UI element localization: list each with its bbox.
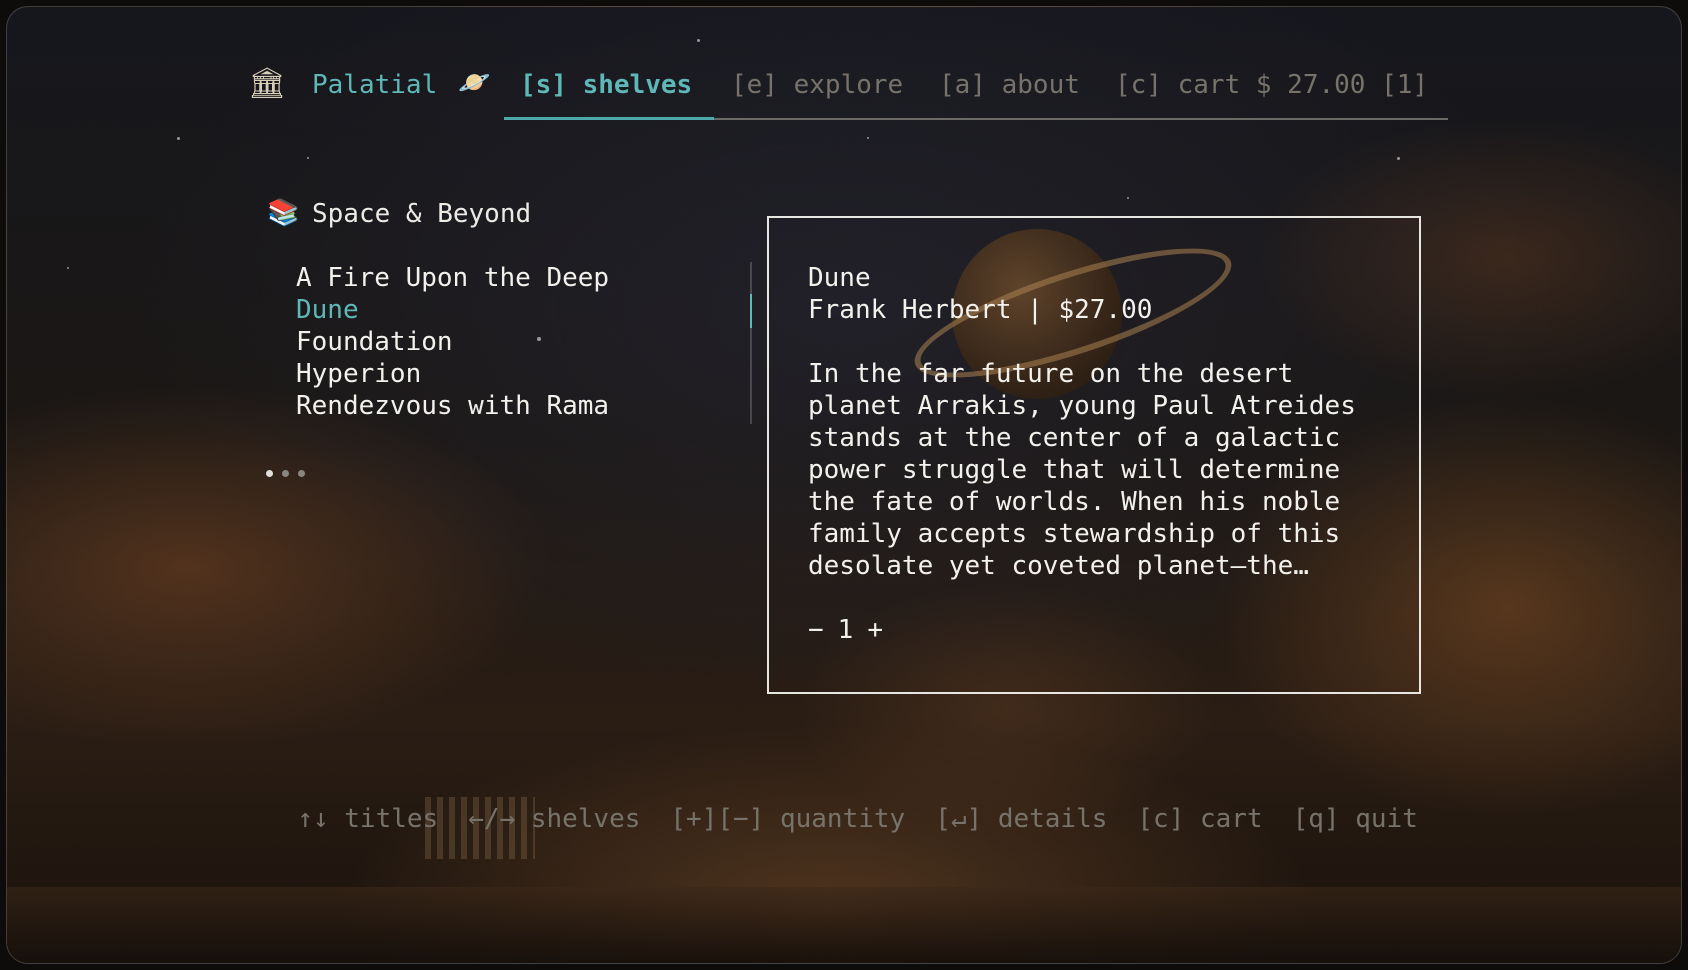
book-description: In the far future on the desert planet A… (808, 359, 1372, 581)
book-meta: Frank Herbert | $27.00 (808, 295, 1153, 325)
hint-titles: ↑↓ titles (297, 804, 439, 834)
active-tab-indicator (504, 117, 714, 120)
star (1397, 157, 1400, 160)
tab-shelves[interactable]: [s] shelves (520, 70, 692, 100)
top-nav: 🏛 Palatial 🪐 [s] shelves [e] explore [a]… (0, 62, 1688, 122)
title-list: A Fire Upon the Deep Dune Foundation Hyp… (296, 262, 609, 422)
quantity-value: 1 (837, 615, 854, 645)
list-item[interactable]: Foundation (296, 326, 609, 358)
app-name: Palatial (312, 70, 438, 100)
list-item[interactable]: Hyperion (296, 358, 609, 390)
star (307, 157, 309, 159)
star (697, 39, 700, 42)
tab-about[interactable]: [a] about (939, 70, 1080, 100)
hint-quit: [q] quit (1292, 804, 1418, 834)
page-dot[interactable] (298, 470, 305, 477)
hint-cart: [c] cart (1137, 804, 1263, 834)
list-item[interactable]: Rendezvous with Rama (296, 390, 609, 422)
books-icon: 📚 (267, 198, 300, 228)
tab-cart[interactable]: [c] cart $ 27.00 [1] (1115, 70, 1428, 100)
sea-illustration (7, 887, 1681, 963)
hint-quantity: [+][−] quantity (670, 804, 906, 834)
page-dot[interactable] (282, 470, 289, 477)
planet-icon: 🪐 (458, 68, 491, 98)
page-dot-active[interactable] (266, 470, 273, 477)
star (177, 137, 180, 140)
hint-shelves: ←/→ shelves (468, 804, 641, 834)
keyboard-hints: ↑↓ titles ←/→ shelves [+][−] quantity [↵] d… (266, 774, 1448, 834)
temple-icon: 🏛 (248, 66, 287, 101)
list-item-selected[interactable]: Dune (296, 294, 609, 326)
book-title: Dune (808, 263, 871, 293)
list-item[interactable]: A Fire Upon the Deep (296, 262, 609, 294)
tab-explore[interactable]: [e] explore (731, 70, 903, 100)
quantity-decrease-button[interactable]: − (808, 615, 824, 645)
hint-details: [↵] details (935, 804, 1108, 834)
scrollbar-track[interactable] (750, 262, 752, 424)
star (867, 137, 869, 139)
shelf-title: Space & Beyond (312, 199, 532, 229)
shelf-page-dots (266, 462, 314, 481)
quantity-increase-button[interactable]: + (867, 615, 883, 645)
star (1127, 197, 1129, 199)
quantity-stepper: −1 + (808, 615, 883, 645)
scrollbar-thumb[interactable] (750, 294, 752, 328)
star (67, 267, 69, 269)
